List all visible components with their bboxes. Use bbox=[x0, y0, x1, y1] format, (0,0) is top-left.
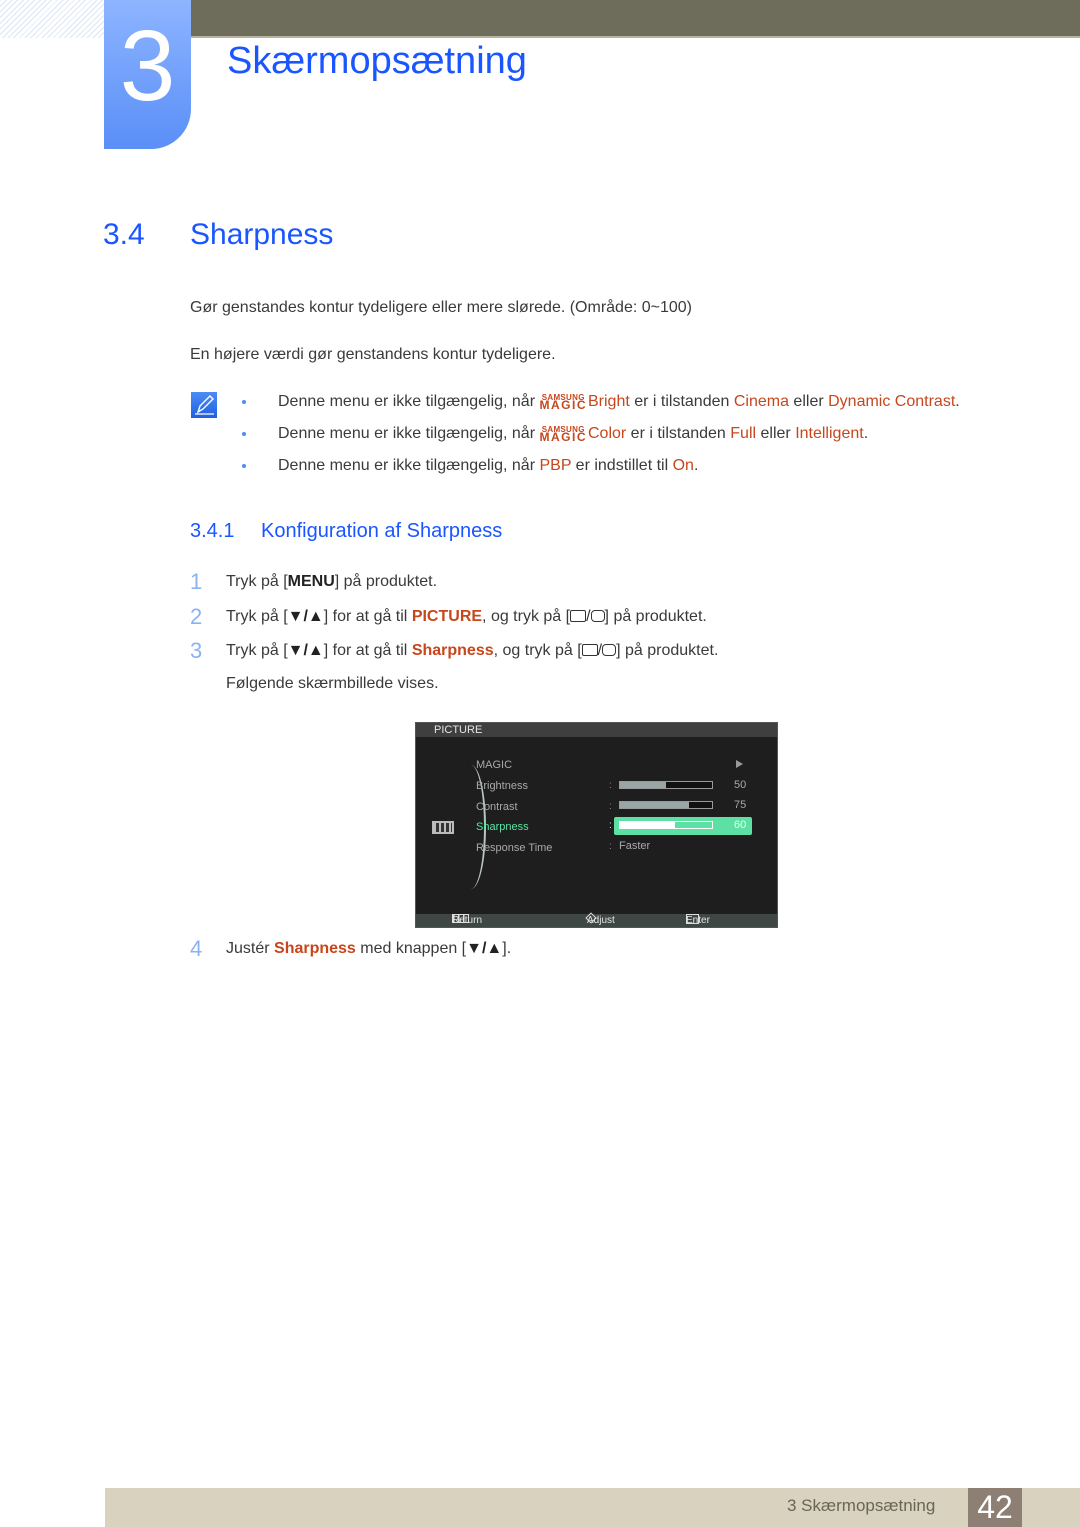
osd-title: PICTURE bbox=[416, 723, 777, 737]
sharpness-highlight[interactable]: 60 bbox=[614, 817, 752, 835]
osd-item-contrast[interactable]: Contrast bbox=[476, 801, 518, 813]
contrast-value: 75 bbox=[734, 799, 747, 811]
osd-item-brightness[interactable]: Brightness bbox=[476, 780, 528, 792]
bullet-icon bbox=[242, 464, 246, 468]
down-up-key: ▼/▲ bbox=[466, 940, 503, 957]
response-time-value: Faster bbox=[619, 840, 651, 852]
source-button-icon bbox=[581, 644, 598, 656]
osd-menu-icon bbox=[432, 821, 454, 834]
samsung-magic-logo: SAMSUNG MAGIC bbox=[539, 424, 587, 444]
section-description: Gør genstandes kontur tydeligere eller m… bbox=[190, 299, 693, 316]
down-up-key: ▼/▲ bbox=[287, 642, 324, 659]
chapter-title: Skærmopsætning bbox=[227, 40, 527, 82]
down-up-key: ▼/▲ bbox=[287, 608, 324, 625]
contrast-slider[interactable] bbox=[619, 801, 713, 809]
osd-screenshot: PICTURE MAGIC Brightness : 50 Contrast :… bbox=[415, 722, 778, 928]
sharpness-value: 60 bbox=[734, 819, 747, 831]
chapter-number: 3 bbox=[119, 10, 176, 122]
menu-key: MENU bbox=[287, 573, 335, 590]
section-number: 3.4 bbox=[103, 218, 145, 251]
note-item: Denne menu er ikke tilgængelig, når SAMS… bbox=[240, 422, 960, 454]
header-bar bbox=[190, 0, 1080, 38]
note-item: Denne menu er ikke tilgængelig, når PBP … bbox=[240, 454, 960, 486]
note-item: Denne menu er ikke tilgængelig, når SAMS… bbox=[240, 390, 960, 422]
submenu-arrow-icon bbox=[736, 760, 743, 768]
subsection-title: Konfiguration af Sharpness bbox=[261, 520, 503, 542]
section-title: Sharpness bbox=[190, 218, 334, 251]
enter-button-icon bbox=[602, 644, 617, 656]
footer-chapter-label: 3 Skærmopsætning bbox=[787, 1496, 936, 1515]
osd-item-sharpness[interactable]: Sharpness bbox=[476, 821, 529, 833]
notes-list: Denne menu er ikke tilgængelig, når SAMS… bbox=[240, 390, 960, 486]
brightness-value: 50 bbox=[734, 779, 747, 791]
page-number: 42 bbox=[968, 1488, 1022, 1527]
samsung-magic-logo: SAMSUNG MAGIC bbox=[539, 392, 587, 412]
header-hatch-decoration bbox=[0, 0, 104, 38]
osd-item-magic[interactable]: MAGIC bbox=[476, 759, 512, 771]
osd-footer: Return Adjust Enter bbox=[416, 912, 777, 927]
subsection-number: 3.4.1 bbox=[190, 520, 235, 542]
section-description-2: En højere værdi gør genstandens kontur t… bbox=[190, 346, 556, 363]
brightness-slider[interactable] bbox=[619, 781, 713, 789]
sharpness-slider[interactable] bbox=[619, 821, 713, 829]
enter-button-icon bbox=[590, 610, 605, 622]
bullet-icon bbox=[242, 432, 246, 436]
bullet-icon bbox=[242, 400, 246, 404]
osd-item-response-time[interactable]: Response Time bbox=[476, 842, 552, 854]
source-button-icon bbox=[570, 610, 587, 622]
note-pencil-icon bbox=[191, 392, 217, 418]
